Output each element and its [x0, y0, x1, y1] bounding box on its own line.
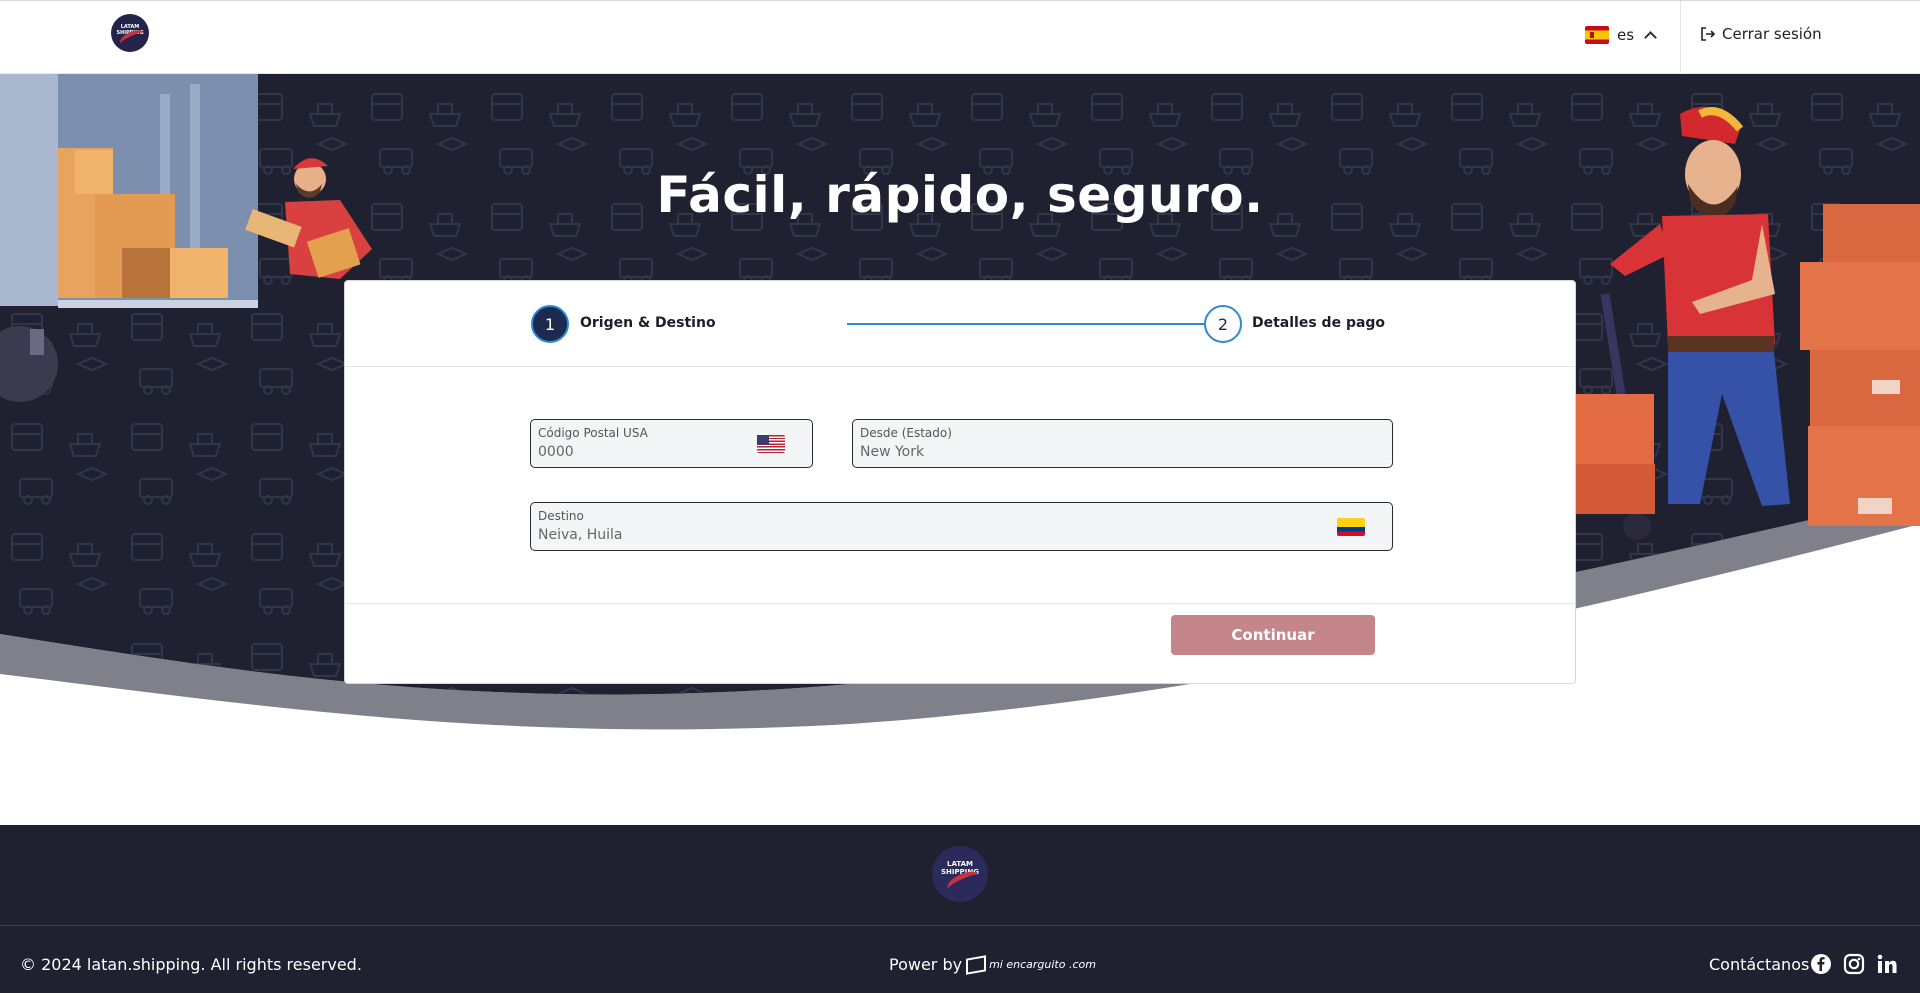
mi-encarguito-logo[interactable]: mi encarguito .com [966, 954, 1096, 975]
zip-code-label: Código Postal USA [538, 426, 648, 440]
logout-icon [1701, 27, 1716, 41]
stepper-connector [847, 323, 1204, 325]
linkedin-icon[interactable] [1876, 953, 1898, 975]
us-flag-icon [757, 435, 785, 453]
step-2-indicator[interactable]: 2 [1204, 305, 1242, 343]
chevron-up-icon [1644, 31, 1657, 44]
instagram-icon[interactable] [1843, 953, 1865, 975]
language-selector[interactable]: es [1585, 23, 1657, 47]
from-state-field[interactable]: Desde (Estado) New York [852, 419, 1393, 468]
footer-divider [0, 925, 1920, 926]
zip-code-field[interactable]: Código Postal USA 0000 [530, 419, 813, 468]
stepper: 1 Origen & Destino 2 Detalles de pago [345, 281, 1575, 367]
destination-field[interactable]: Destino Neiva, Huila [530, 502, 1393, 551]
step-2-label[interactable]: Detalles de pago [1252, 315, 1385, 331]
step-1-label[interactable]: Origen & Destino [580, 315, 716, 331]
facebook-icon[interactable] [1810, 953, 1832, 975]
zip-code-value: 0000 [538, 444, 574, 460]
spain-flag-icon [1585, 26, 1609, 44]
box-icon [966, 954, 987, 975]
destination-value: Neiva, Huila [538, 527, 623, 543]
header-divider [1680, 1, 1681, 75]
shipping-form-card: 1 Origen & Destino 2 Detalles de pago Có… [344, 280, 1576, 684]
logout-label: Cerrar sesión [1722, 25, 1822, 43]
step-1-indicator[interactable]: 1 [531, 305, 569, 343]
powered-by: Power by mi encarguito .com [889, 954, 1096, 975]
card-divider [345, 603, 1575, 604]
contact-label: Contáctanos [1709, 955, 1810, 974]
destination-label: Destino [538, 509, 584, 523]
language-code: es [1617, 26, 1635, 44]
from-state-value: New York [860, 444, 925, 460]
top-header: LATAM SHIPPING es Cerrar sesión [0, 0, 1920, 75]
power-by-label: Power by [889, 955, 963, 974]
logout-button[interactable]: Cerrar sesión [1700, 25, 1822, 43]
hero-headline: Fácil, rápido, seguro. [656, 166, 1264, 224]
co-flag-icon [1337, 518, 1365, 536]
footer-logo[interactable]: LATAM SHIPPING [932, 846, 988, 902]
copyright-text: © 2024 latan.shipping. All rights reserv… [20, 955, 362, 974]
page-footer: LATAM SHIPPING © 2024 latan.shipping. Al… [0, 825, 1920, 993]
from-state-label: Desde (Estado) [860, 426, 952, 440]
latam-shipping-logo[interactable]: LATAM SHIPPING [111, 14, 149, 52]
continue-button[interactable]: Continuar [1171, 615, 1375, 655]
